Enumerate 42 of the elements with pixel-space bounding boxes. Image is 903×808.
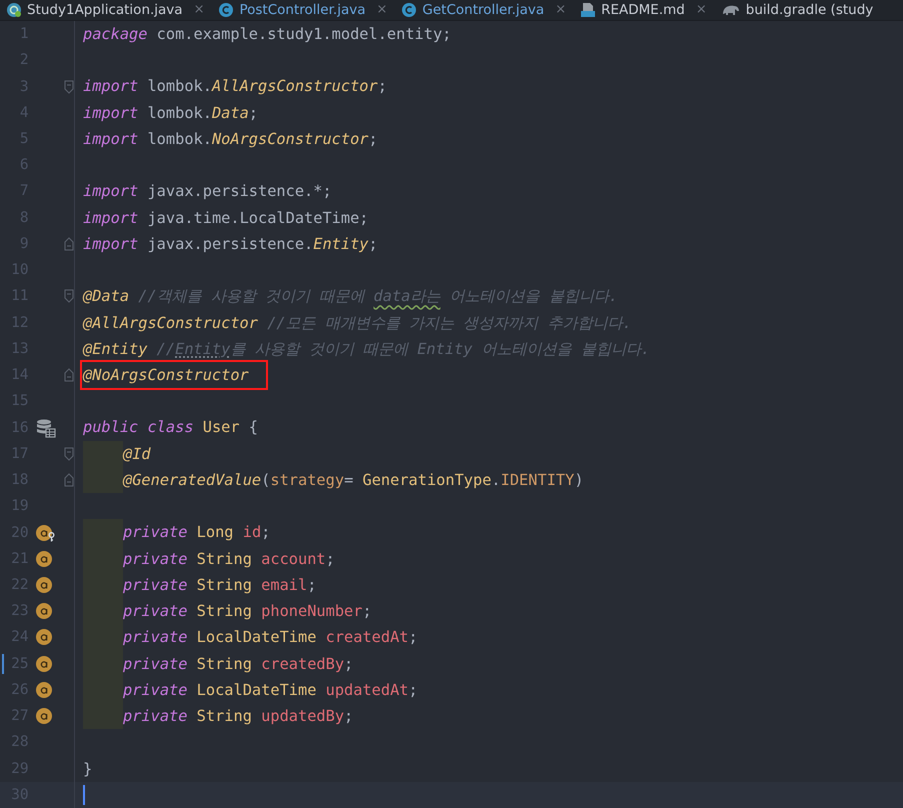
close-icon[interactable]: × — [555, 2, 566, 18]
code-line: private LocalDateTime updatedAt; — [123, 680, 418, 701]
fold-icon[interactable] — [64, 289, 74, 304]
fold-icon[interactable] — [64, 236, 74, 251]
code-line: private String createdBy; — [123, 654, 354, 675]
close-icon[interactable]: × — [696, 2, 707, 18]
fold-icon[interactable] — [64, 446, 74, 461]
code-line: private String updatedBy; — [123, 706, 354, 728]
code-line: @NoArgsConstructor — [83, 363, 265, 388]
editor-tab[interactable]: PostController.java × — [212, 0, 396, 20]
database-table-icon — [36, 418, 56, 438]
editor-tab[interactable]: Study1Application.java × — [0, 0, 212, 20]
code-line: package com.example.study1.model.entity; — [83, 24, 452, 45]
code-line: private LocalDateTime createdAt; — [123, 627, 418, 648]
fold-icon[interactable] — [64, 368, 74, 382]
code-line: @AllArgsConstructor //모든 매개변수를 가지는 생성자까지 추가합니다. — [83, 312, 632, 334]
fold-icon[interactable] — [64, 80, 74, 94]
code-line: import lombok.Data; — [83, 102, 258, 124]
code-line: import javax.persistence.Entity; — [83, 234, 378, 255]
code-line: @GeneratedValue(strategy= GenerationType.IDENTITY) — [123, 470, 584, 491]
code-line: public class User { — [83, 417, 258, 438]
code-line: import java.time.LocalDateTime; — [83, 208, 369, 229]
code-line: @Data //객체를 사용할 것이기 때문에 data라는 어노테이션을 붙힙니다. — [83, 286, 618, 308]
code-line: private String phoneNumber; — [123, 601, 372, 622]
editor-tab[interactable]: GetController.java × — [395, 0, 574, 20]
code-line: private String email; — [123, 574, 316, 596]
close-icon[interactable]: × — [194, 2, 204, 18]
editor-tab[interactable]: build.gradle (study — [714, 0, 882, 20]
close-icon[interactable]: × — [376, 2, 388, 18]
markdown-file-icon — [580, 2, 596, 18]
code-line: @Entity //Entity를 사용할 것이기 때문에 Entity 어노테이션을 붙힙니다. — [83, 338, 650, 360]
code-line: import javax.persistence.*; — [83, 181, 332, 202]
code-line: @Id — [123, 444, 151, 465]
code-line: import lombok.AllArgsConstructor; — [83, 76, 387, 98]
code-line: private String account; — [123, 548, 335, 570]
editor-tab[interactable]: README.md × — [574, 0, 715, 20]
code-line: import lombok.NoArgsConstructor; — [83, 128, 378, 150]
field-key-icon — [36, 524, 56, 542]
code-line: } — [83, 758, 92, 780]
fold-icon[interactable] — [64, 473, 74, 488]
code-line: private Long id; — [123, 522, 270, 544]
text-caret — [83, 784, 85, 805]
